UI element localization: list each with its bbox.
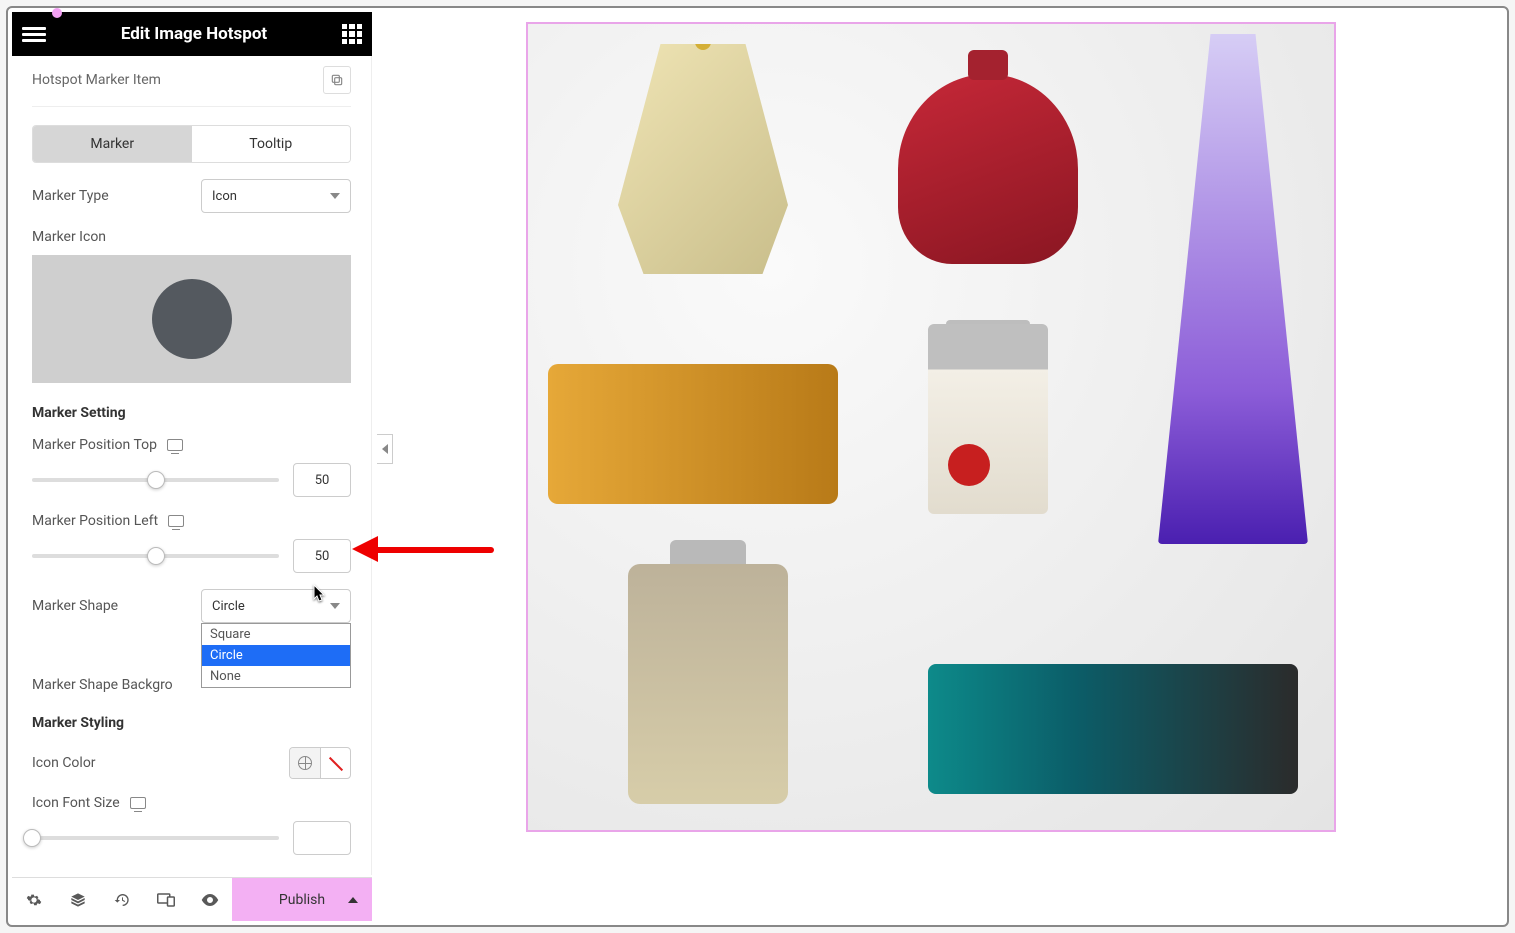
copy-icon	[330, 73, 344, 87]
layers-icon	[70, 892, 86, 908]
app-frame: Edit Image Hotspot Hotspot Marker Item M…	[6, 6, 1509, 927]
duplicate-button[interactable]	[323, 66, 351, 94]
hamburger-icon[interactable]	[22, 22, 46, 46]
apps-grid-icon[interactable]	[342, 24, 362, 44]
marker-styling-heading: Marker Styling	[32, 715, 351, 731]
canvas-area	[378, 14, 1501, 919]
icon-font-size-label: Icon Font Size	[32, 795, 351, 811]
position-top-slider[interactable]	[32, 478, 279, 482]
navigator-button[interactable]	[56, 878, 100, 921]
slider-thumb[interactable]	[147, 471, 165, 489]
settings-panel: Hotspot Marker Item Marker Tooltip Marke…	[12, 56, 372, 875]
position-top-slider-row	[32, 463, 351, 497]
hotspot-image-frame[interactable]	[526, 22, 1336, 832]
marker-shape-dropdown: Square Circle None	[201, 623, 351, 688]
marker-shape-value: Circle	[212, 599, 245, 614]
hotspot-image	[528, 24, 1334, 830]
marker-tooltip-tabs: Marker Tooltip	[32, 125, 351, 163]
icon-font-size-slider-row	[32, 821, 351, 855]
position-top-label: Marker Position Top	[32, 437, 351, 453]
position-top-input[interactable]	[293, 463, 351, 497]
perfume-bottle	[928, 664, 1298, 794]
no-color-icon	[325, 752, 347, 774]
desktop-icon[interactable]	[130, 797, 146, 809]
hotspot-marker[interactable]	[948, 444, 990, 486]
preview-button[interactable]	[188, 878, 232, 921]
panel-title: Edit Image Hotspot	[121, 24, 267, 44]
marker-icon-preview[interactable]	[32, 255, 351, 383]
publish-label: Publish	[279, 892, 325, 908]
publish-button[interactable]: Publish	[232, 878, 372, 921]
perfume-bottle	[1158, 34, 1308, 544]
option-circle[interactable]: Circle	[202, 645, 350, 666]
icon-font-size-label-text: Icon Font Size	[32, 795, 120, 811]
globe-icon	[298, 756, 312, 770]
perfume-bottle	[898, 74, 1078, 264]
gear-icon	[26, 892, 42, 908]
history-button[interactable]	[100, 878, 144, 921]
marker-setting-heading: Marker Setting	[32, 405, 351, 421]
marker-icon-label: Marker Icon	[32, 229, 351, 245]
global-color-button[interactable]	[290, 748, 320, 778]
settings-button[interactable]	[12, 878, 56, 921]
icon-color-control	[289, 747, 351, 779]
marker-shape-label: Marker Shape	[32, 598, 118, 614]
hotspot-item-header[interactable]: Hotspot Marker Item	[32, 56, 351, 107]
position-left-slider[interactable]	[32, 554, 279, 558]
marker-type-select[interactable]: Icon	[201, 179, 351, 213]
devices-icon	[157, 893, 175, 907]
desktop-icon[interactable]	[168, 515, 184, 527]
perfume-bottle	[548, 364, 838, 504]
chevron-down-icon	[330, 603, 340, 609]
marker-shape-row: Marker Shape Circle Square Circle None	[32, 589, 351, 623]
marker-type-label: Marker Type	[32, 188, 109, 204]
marker-shape-bg-label: Marker Shape Backgro	[32, 677, 173, 693]
eye-icon	[201, 894, 219, 906]
marker-type-value: Icon	[212, 189, 237, 204]
option-square[interactable]: Square	[202, 624, 350, 645]
chevron-down-icon	[330, 193, 340, 199]
option-none[interactable]: None	[202, 666, 350, 687]
marker-type-row: Marker Type Icon	[32, 179, 351, 213]
panel-collapse-button[interactable]	[377, 434, 393, 464]
slider-thumb[interactable]	[147, 547, 165, 565]
circle-icon	[152, 279, 232, 359]
perfume-bottle	[628, 564, 788, 804]
position-top-label-text: Marker Position Top	[32, 437, 157, 453]
history-icon	[114, 892, 130, 908]
panel-header: Edit Image Hotspot	[12, 12, 372, 56]
position-left-label: Marker Position Left	[32, 513, 351, 529]
icon-color-row: Icon Color	[32, 747, 351, 779]
position-left-label-text: Marker Position Left	[32, 513, 158, 529]
position-left-input[interactable]	[293, 539, 351, 573]
icon-color-label: Icon Color	[32, 755, 96, 771]
icon-font-size-slider[interactable]	[32, 836, 279, 840]
chevron-up-icon	[348, 897, 358, 903]
bottom-toolbar: Publish	[12, 877, 372, 921]
position-left-slider-row	[32, 539, 351, 573]
tab-tooltip[interactable]: Tooltip	[192, 126, 351, 162]
desktop-icon[interactable]	[167, 439, 183, 451]
slider-thumb[interactable]	[23, 829, 41, 847]
icon-font-size-input[interactable]	[293, 821, 351, 855]
notification-dot-icon	[52, 8, 62, 18]
tab-marker[interactable]: Marker	[33, 126, 192, 162]
perfume-bottle	[618, 44, 788, 274]
hotspot-item-label: Hotspot Marker Item	[32, 72, 161, 88]
responsive-button[interactable]	[144, 878, 188, 921]
marker-shape-select[interactable]: Circle	[201, 589, 351, 623]
perfume-bottle	[928, 324, 1048, 514]
color-picker-button[interactable]	[320, 748, 350, 778]
